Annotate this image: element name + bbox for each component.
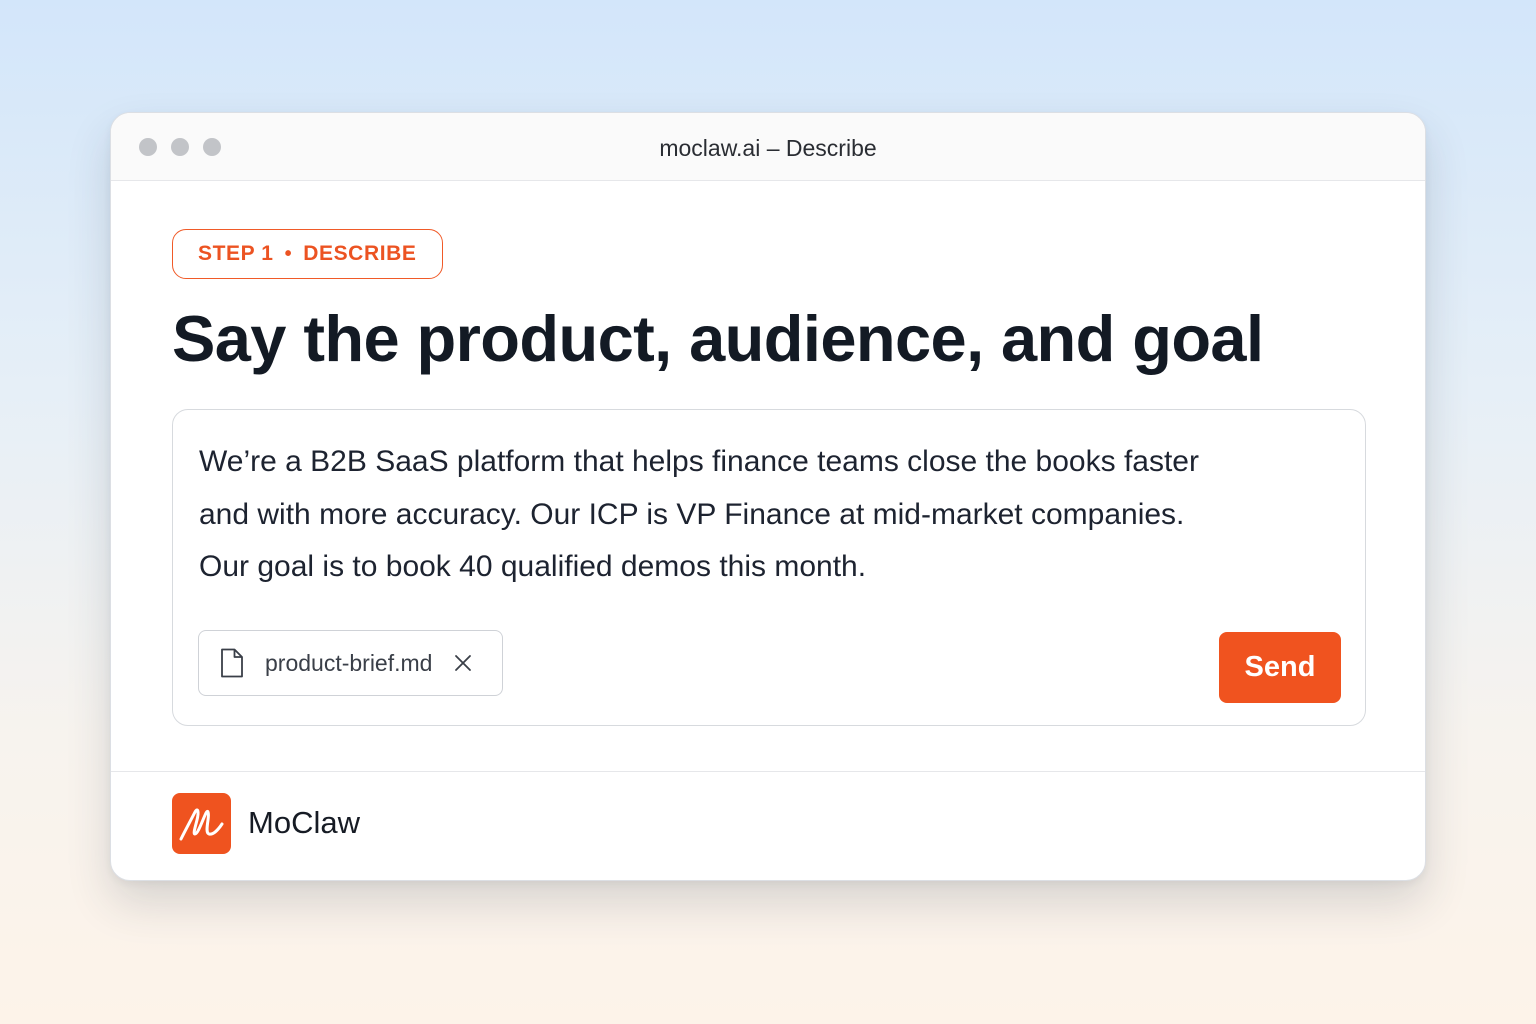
footer: MoClaw [111,771,1425,880]
step-separator: • [284,242,293,265]
step-badge: STEP 1 • DESCRIBE [172,229,443,279]
attachment-chip[interactable]: product-brief.md [198,630,503,696]
remove-attachment-button[interactable] [452,652,474,674]
page-title: Say the product, audience, and goal [172,302,1264,375]
attachment-file-name: product-brief.md [265,649,433,676]
document-icon [219,647,245,679]
window-titlebar: moclaw.ai – Describe [111,113,1425,181]
step-name-label: DESCRIBE [303,242,417,265]
prompt-input[interactable]: We’re a B2B SaaS platform that helps fin… [199,436,1209,594]
close-icon [455,655,472,671]
moclaw-logo-icon [172,793,231,854]
browser-window: moclaw.ai – Describe STEP 1 • DESCRIBE S… [110,112,1426,881]
prompt-composer[interactable]: We’re a B2B SaaS platform that helps fin… [172,409,1366,726]
window-title: moclaw.ai – Describe [659,135,877,161]
send-button[interactable]: Send [1219,632,1341,703]
step-number-label: STEP 1 [198,242,274,265]
brand-name: MoClaw [248,805,360,840]
